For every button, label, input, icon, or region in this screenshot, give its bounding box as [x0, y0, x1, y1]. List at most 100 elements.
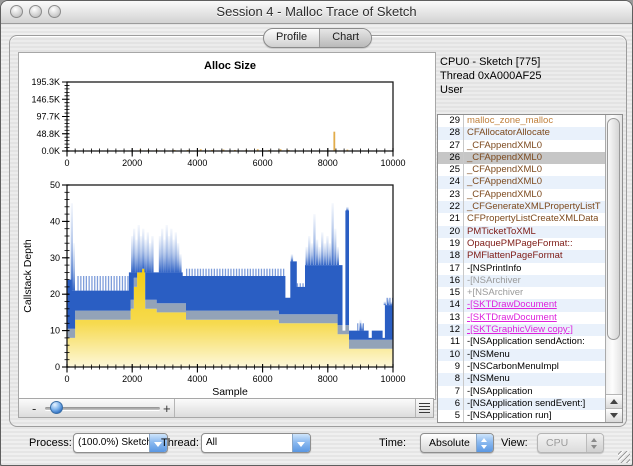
- list-item[interactable]: 21 CFPropertyListCreateXMLData: [438, 213, 605, 226]
- list-item[interactable]: 20 PMTicketToXML: [438, 225, 605, 238]
- row-number: 6: [438, 397, 464, 411]
- down-arrow-icon: [610, 413, 618, 418]
- row-number: 14: [438, 299, 464, 312]
- thread-value: All: [206, 437, 218, 448]
- process-combo[interactable]: (100.0%) Sketch [775]: [73, 433, 168, 453]
- title-bar[interactable]: Session 4 - Malloc Trace of Sketch: [1, 1, 632, 24]
- cpu-process-line: CPU0 - Sketch [775]: [440, 56, 541, 68]
- tab-chart[interactable]: Chart: [319, 29, 372, 47]
- zoom-slider-bar: - +: [18, 398, 434, 418]
- time-popup[interactable]: Absolute: [420, 433, 494, 453]
- list-item[interactable]: 19 OpaquePMPageFormat::: [438, 237, 605, 251]
- list-item[interactable]: 10 -[NSMenu: [438, 348, 605, 361]
- list-icon: [419, 403, 430, 413]
- svg-text:6000: 6000: [253, 374, 273, 384]
- svg-text:Alloc Size: Alloc Size: [204, 60, 256, 72]
- row-number: 13: [438, 311, 464, 325]
- time-value: Absolute: [429, 437, 470, 449]
- row-label: -[NSApplication: [467, 385, 533, 397]
- view-label: View:: [501, 437, 528, 449]
- updown-arrows-icon[interactable]: [476, 434, 493, 452]
- row-number: 25: [438, 164, 464, 177]
- list-item[interactable]: 24 _CFAppendXML0: [438, 176, 605, 189]
- resize-grip-icon[interactable]: [618, 451, 630, 463]
- row-number: 8: [438, 373, 464, 386]
- thread-combo[interactable]: All: [201, 433, 311, 453]
- list-item[interactable]: 8 -[NSMenu: [438, 373, 605, 386]
- list-item[interactable]: 13 -[SKTDrawDocument: [438, 311, 605, 325]
- zoom-in-label[interactable]: +: [163, 401, 171, 416]
- row-label: _CFAppendXML0: [467, 176, 542, 188]
- scroll-up-button[interactable]: [606, 394, 622, 408]
- time-label: Time:: [379, 437, 407, 449]
- svg-text:146.5K: 146.5K: [31, 94, 60, 104]
- svg-text:4000: 4000: [187, 374, 207, 384]
- list-item[interactable]: 25 _CFAppendXML0: [438, 164, 605, 177]
- list-item[interactable]: 11 -[NSApplication sendAction:: [438, 336, 605, 349]
- list-item[interactable]: 27 _CFAppendXML0: [438, 139, 605, 152]
- list-item[interactable]: 5 -[NSApplication run]: [438, 410, 605, 422]
- row-label: _CFAppendXML0: [467, 188, 542, 200]
- zoom-slider: - +: [19, 399, 175, 417]
- list-item[interactable]: 12 -[SKTGraphicView copy:]: [438, 324, 605, 337]
- svg-text:0: 0: [64, 374, 69, 384]
- list-item[interactable]: 15 +[NSArchiver: [438, 287, 605, 300]
- window-title: Session 4 - Malloc Trace of Sketch: [216, 4, 417, 19]
- thread-label: Thread:: [161, 437, 199, 449]
- svg-text:10000: 10000: [380, 374, 405, 384]
- svg-text:6000: 6000: [253, 158, 273, 168]
- list-view-button[interactable]: [415, 399, 433, 417]
- row-label: -[NSMenu: [467, 373, 510, 385]
- row-label: -[SKTDrawDocument: [467, 311, 557, 323]
- alloc-size-chart: Alloc Size 0.0K 48.8K 97.7K 146.5K 195.3K 0 200…: [31, 60, 405, 168]
- svg-text:50: 50: [50, 180, 60, 190]
- zoom-out-label[interactable]: -: [32, 401, 36, 416]
- row-number: 27: [438, 139, 464, 152]
- row-label: -[NSApplication sendEvent:]: [467, 397, 586, 409]
- list-item[interactable]: 29 malloc_zone_malloc: [438, 115, 605, 128]
- list-item[interactable]: 14 -[SKTDrawDocument: [438, 299, 605, 312]
- list-item[interactable]: 9 -[NSCarbonMenuImpl: [438, 360, 605, 374]
- row-number: 21: [438, 213, 464, 226]
- svg-text:30: 30: [50, 253, 60, 263]
- bottom-toolbar: Process: (100.0%) Sketch [775] Thread: A…: [1, 428, 632, 464]
- list-item[interactable]: 7 -[NSApplication: [438, 385, 605, 398]
- row-label: _CFAppendXML0: [467, 139, 542, 151]
- list-item[interactable]: 23 _CFAppendXML0: [438, 188, 605, 202]
- svg-text:0: 0: [55, 362, 60, 372]
- row-label: _CFAppendXML0: [467, 151, 542, 163]
- row-label: PMFlattenPageFormat: [467, 250, 563, 262]
- row-label: -[NSMenu: [467, 348, 510, 360]
- row-number: 18: [438, 250, 464, 263]
- zoom-slider-thumb[interactable]: [50, 401, 63, 414]
- row-label: _CFAppendXML0: [467, 164, 542, 176]
- view-value: CPU: [546, 437, 569, 449]
- svg-text:10000: 10000: [380, 158, 405, 168]
- list-item[interactable]: 6 -[NSApplication sendEvent:]: [438, 397, 605, 411]
- row-number: 15: [438, 287, 464, 300]
- list-item[interactable]: 22 _CFGenerateXMLPropertyListT: [438, 201, 605, 214]
- scroll-down-button[interactable]: [606, 408, 622, 422]
- callstack-chart[interactable]: 0 10 20 30 40 50 0 2000 4000 6000 8000 10000 Sample C…: [19, 173, 435, 399]
- svg-text:8000: 8000: [318, 374, 338, 384]
- app-window: Session 4 - Malloc Trace of Sketch Profi…: [0, 0, 633, 466]
- row-number: 22: [438, 201, 464, 214]
- svg-text:40: 40: [50, 216, 60, 226]
- list-item[interactable]: 17 -[NSPrintInfo: [438, 262, 605, 275]
- tab-profile[interactable]: Profile: [264, 29, 319, 47]
- process-label: Process:: [29, 437, 72, 449]
- dropdown-arrow-icon[interactable]: [292, 434, 310, 452]
- list-item[interactable]: 18 PMFlattenPageFormat: [438, 250, 605, 263]
- list-item[interactable]: 16 -[NSArchiver: [438, 274, 605, 288]
- row-number: 10: [438, 348, 464, 361]
- row-label: -[SKTDrawDocument: [467, 299, 557, 311]
- row-number: 11: [438, 336, 464, 349]
- list-item[interactable]: 28 CFAllocatorAllocate: [438, 127, 605, 140]
- scrollbar[interactable]: [605, 115, 622, 422]
- row-label: PMTicketToXML: [467, 225, 536, 237]
- list-item[interactable]: 26 _CFAppendXML0: [438, 151, 605, 165]
- callstack-list: 29 malloc_zone_malloc 28 CFAllocatorAllocat…: [437, 114, 623, 423]
- scrollbar-thumb[interactable]: [607, 118, 620, 340]
- row-label: +[NSArchiver: [467, 287, 524, 299]
- up-arrow-icon: [610, 399, 618, 404]
